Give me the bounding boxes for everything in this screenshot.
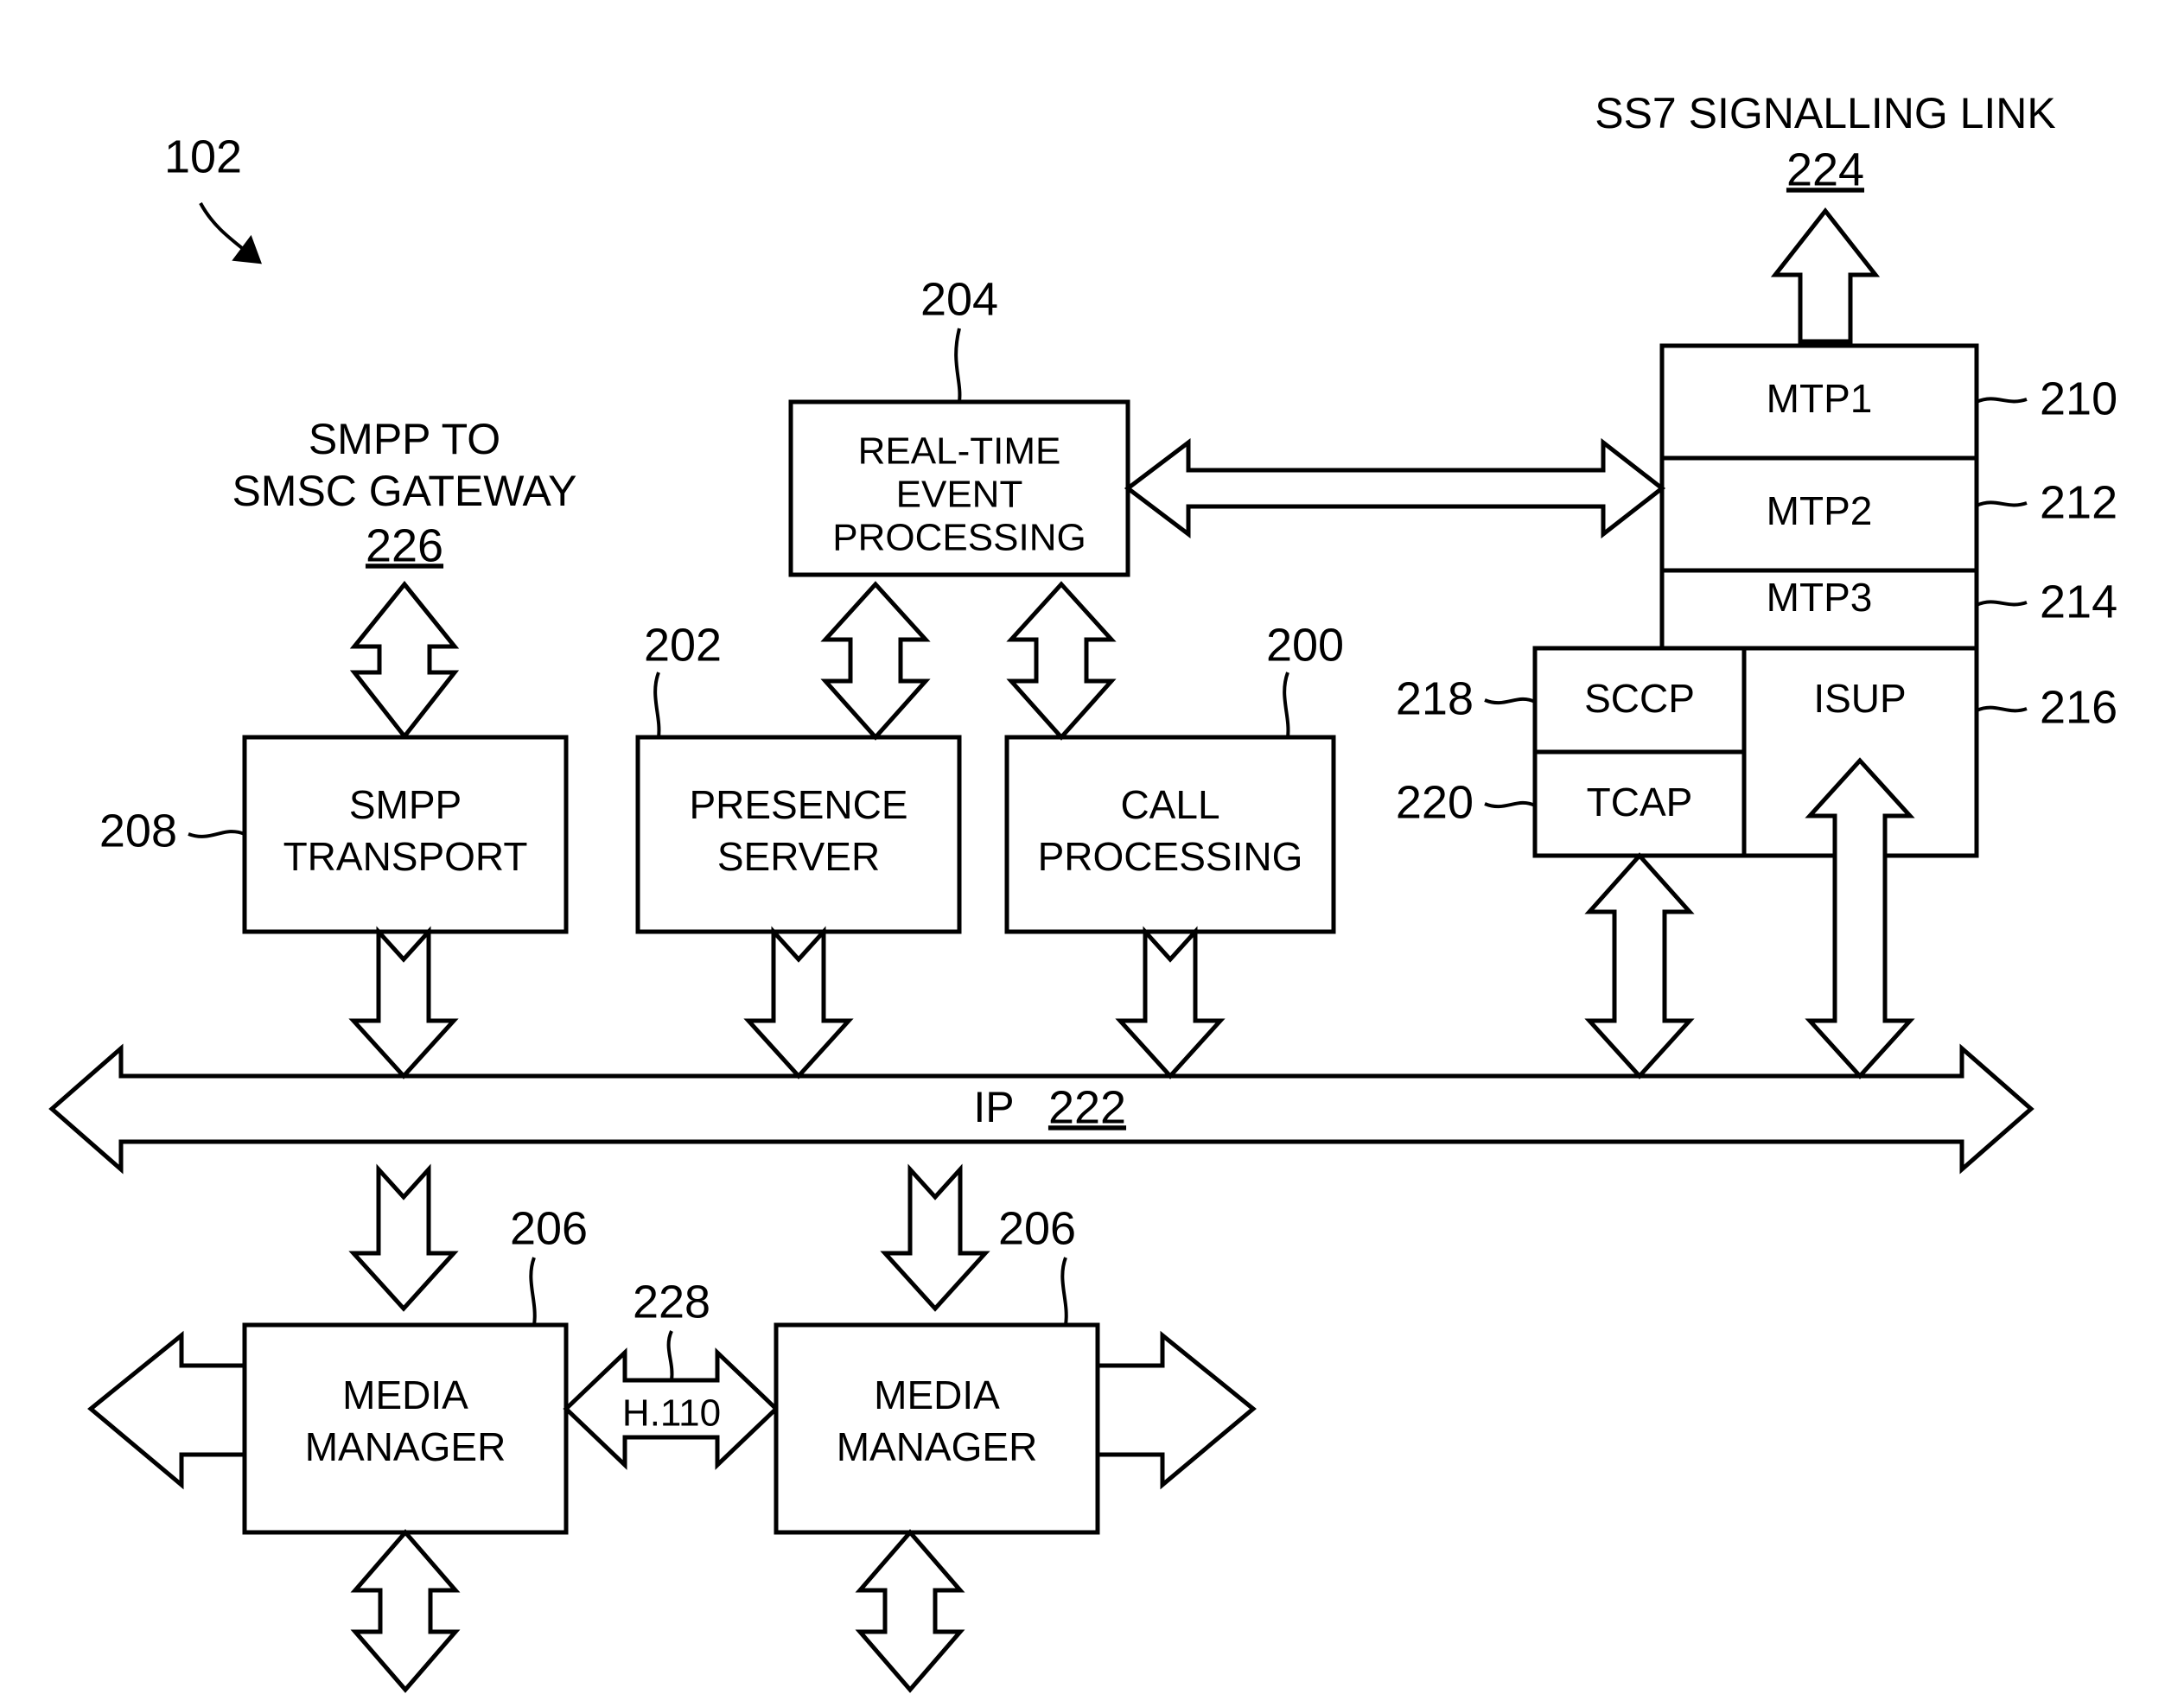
media-manager-left-label-line2: MANAGER: [305, 1424, 506, 1469]
rtep-presence-arrow: [820, 581, 931, 741]
rtep-ss7-bidirectional-arrow: [1124, 437, 1666, 539]
smpp-transport-ref: 208: [99, 805, 177, 857]
presence-server-ip-arrow: [743, 926, 854, 1079]
h110-label: H.110: [622, 1392, 721, 1435]
media-manager-right-label-line2: MANAGER: [837, 1424, 1038, 1469]
ip-bus-ref: 222: [1048, 1081, 1126, 1133]
media-manager-right-ref-leader: [1060, 1257, 1068, 1326]
smpp-gateway-caption-line2: SMSC GATEWAY: [232, 467, 576, 515]
call-processing-ref-leader: [1283, 672, 1290, 738]
media-manager-left-output-arrow: [87, 1330, 247, 1490]
mtp1-ref-leader: [1976, 397, 2028, 404]
presence-server-ref: 202: [644, 619, 722, 671]
media-manager-right-bottom-arrow: [855, 1529, 965, 1693]
call-processing-label-line2: PROCESSING: [1038, 834, 1303, 879]
mtp1-ref: 210: [2040, 373, 2117, 424]
ip-bus-label: IP: [973, 1083, 1014, 1131]
ss7-link-arrow: [1770, 207, 1881, 344]
figure-ref-label: 102: [164, 131, 242, 182]
isup-ref: 216: [2040, 681, 2117, 733]
call-processing-ip-arrow: [1115, 926, 1226, 1079]
ip-media-manager-right-arrow: [880, 1163, 990, 1312]
rtep-ref-leader: [954, 328, 962, 403]
h110-ref-leader: [666, 1330, 674, 1381]
tcap-label: TCAP: [1587, 780, 1693, 825]
mtp2-label: MTP2: [1767, 488, 1873, 533]
call-processing-label-line1: CALL: [1120, 782, 1219, 827]
media-manager-right-ref: 206: [998, 1202, 1076, 1254]
smpp-transport-ip-arrow: [348, 926, 459, 1079]
media-manager-left-label-line1: MEDIA: [342, 1372, 468, 1417]
media-manager-left-ref: 206: [510, 1202, 588, 1254]
rtep-ref: 204: [920, 273, 998, 325]
call-processing-ref: 200: [1266, 619, 1344, 671]
ip-media-manager-left-arrow: [348, 1163, 459, 1312]
media-manager-left-ref-leader: [529, 1257, 537, 1326]
media-manager-right-label-line1: MEDIA: [874, 1372, 1000, 1417]
smpp-transport-ref-leader: [188, 830, 245, 838]
media-manager-right-output-arrow: [1095, 1330, 1257, 1490]
patent-figure: 102 SS7 SIGNALLING LINK 224 MTP1 MTP2 MT…: [0, 0, 2184, 1694]
sccp-label: SCCP: [1584, 676, 1695, 721]
isup-ip-arrow: [1805, 757, 1915, 1079]
rtep-label-line1: REAL-TIME: [858, 430, 1061, 473]
diagram-canvas: 102 SS7 SIGNALLING LINK 224 MTP1 MTP2 MT…: [48, 89, 2117, 1693]
sccp-ref: 218: [1396, 672, 1474, 724]
ip-bus: [48, 1043, 2034, 1175]
tcap-ref-leader: [1484, 800, 1536, 809]
tcap-ref: 220: [1396, 776, 1474, 828]
mtp3-ref: 214: [2040, 576, 2117, 627]
tcap-ip-arrow: [1584, 852, 1695, 1079]
presence-server-label-line1: PRESENCE: [689, 782, 907, 827]
figure-ref-arrowhead: [232, 234, 262, 264]
ss7-link-ref: 224: [1786, 143, 1864, 195]
isup-label: ISUP: [1813, 676, 1906, 721]
mtp3-ref-leader: [1976, 600, 2028, 607]
ss7-link-caption: SS7 SIGNALLING LINK: [1595, 89, 2056, 137]
sccp-ref-leader: [1484, 697, 1536, 705]
smpp-gateway-arrow: [349, 581, 460, 741]
presence-server-label-line2: SERVER: [717, 834, 880, 879]
mtp3-label: MTP3: [1767, 575, 1873, 620]
rtep-call-processing-arrow: [1006, 581, 1117, 741]
h110-ref: 228: [633, 1276, 710, 1328]
smpp-transport-label-line2: TRANSPORT: [283, 834, 528, 879]
mtp2-ref: 212: [2040, 476, 2117, 528]
isup-ref-leader: [1976, 705, 2028, 713]
presence-server-ref-leader: [653, 672, 661, 738]
rtep-label-line3: PROCESSING: [832, 517, 1086, 559]
smpp-transport-label-line1: SMPP: [349, 782, 462, 827]
mtp2-ref-leader: [1976, 500, 2028, 507]
media-manager-left-bottom-arrow: [350, 1529, 461, 1693]
smpp-gateway-ref: 226: [366, 519, 443, 571]
smpp-gateway-caption-line1: SMPP TO: [309, 415, 500, 463]
mtp1-label: MTP1: [1767, 376, 1873, 421]
rtep-label-line2: EVENT: [896, 474, 1023, 516]
